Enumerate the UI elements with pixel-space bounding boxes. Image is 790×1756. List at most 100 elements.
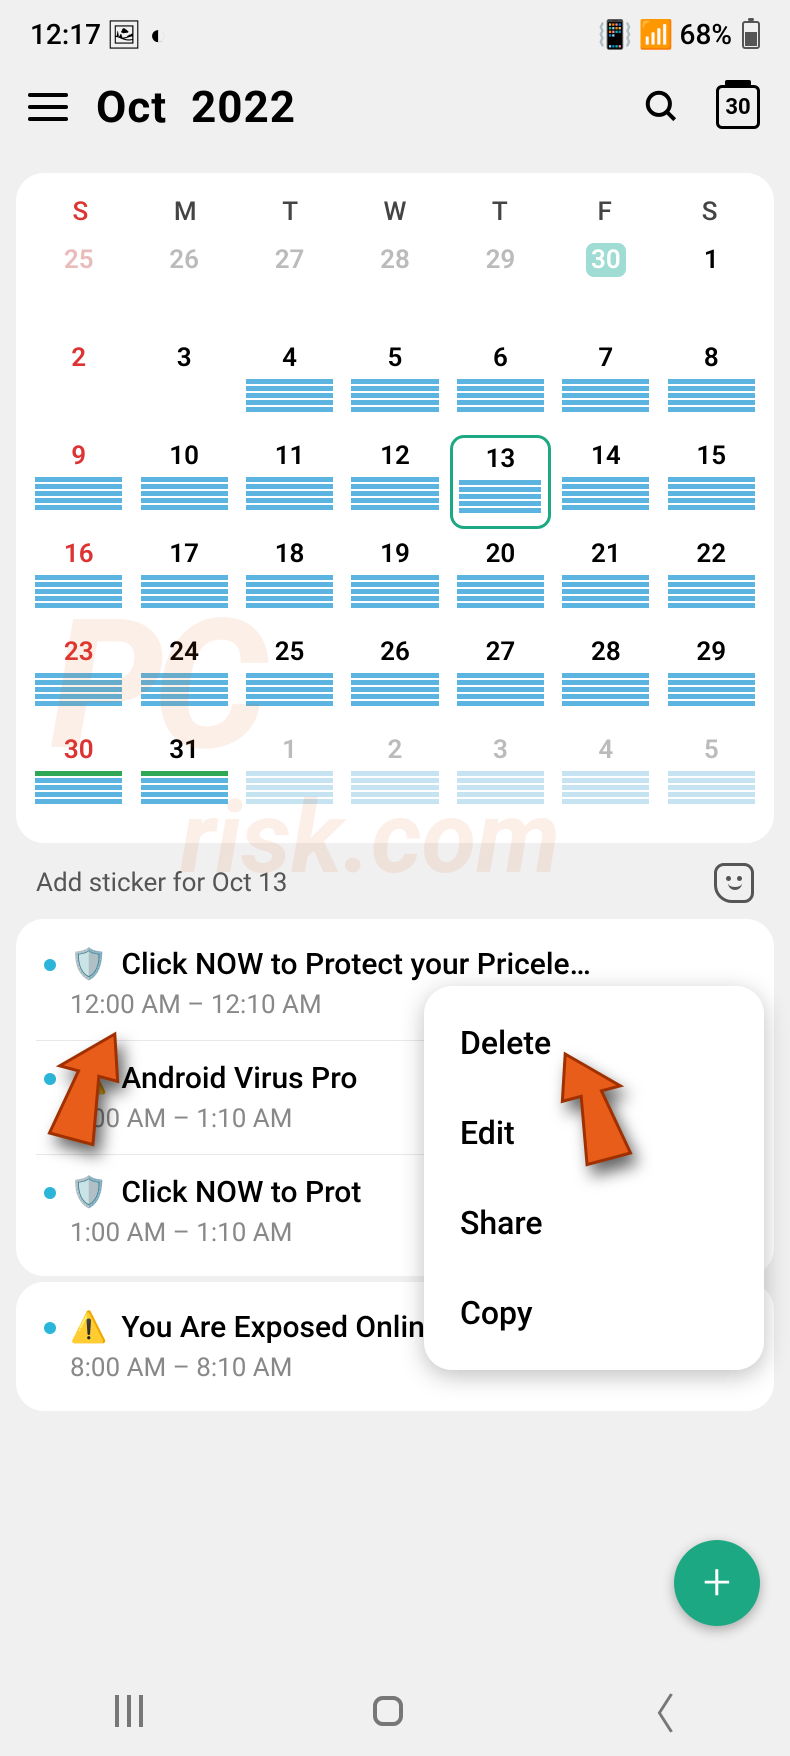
day-cell[interactable]: 23	[28, 631, 129, 725]
today-button[interactable]: 30	[714, 83, 762, 131]
nav-recent[interactable]	[115, 1695, 143, 1727]
weekday-header: S	[28, 197, 133, 227]
day-number: 25	[270, 635, 310, 669]
day-cell[interactable]: 5	[344, 337, 445, 431]
wifi-icon: 📶	[639, 18, 674, 51]
day-cell[interactable]: 13	[450, 435, 551, 529]
day-cell[interactable]: 20	[450, 533, 551, 627]
day-number: 10	[164, 439, 204, 473]
day-number: 30	[59, 733, 99, 767]
nav-back[interactable]: 〈	[633, 1681, 675, 1742]
day-number: 20	[480, 537, 520, 571]
day-number: 28	[375, 243, 415, 277]
day-cell[interactable]: 10	[133, 435, 234, 529]
day-cell[interactable]: 30	[555, 239, 656, 333]
plus-icon: +	[703, 1554, 731, 1612]
day-number: 16	[59, 537, 99, 571]
day-cell[interactable]: 16	[28, 533, 129, 627]
day-number: 11	[270, 439, 310, 473]
day-number: 9	[59, 439, 99, 473]
day-cell[interactable]: 18	[239, 533, 340, 627]
day-cell[interactable]: 7	[555, 337, 656, 431]
event-dot	[44, 1187, 56, 1199]
day-cell[interactable]: 8	[661, 337, 762, 431]
menu-item-copy[interactable]: Copy	[424, 1268, 764, 1358]
month-year-title[interactable]: Oct 2022	[96, 81, 610, 133]
status-time: 12:17	[30, 18, 101, 51]
day-number: 23	[59, 635, 99, 669]
weekday-header: M	[133, 197, 238, 227]
day-cell[interactable]: 27	[450, 631, 551, 725]
day-cell[interactable]: 27	[239, 239, 340, 333]
day-cell[interactable]: 9	[28, 435, 129, 529]
day-cell[interactable]: 15	[661, 435, 762, 529]
day-cell[interactable]: 30	[28, 729, 129, 823]
app-header: Oct 2022 30	[0, 61, 790, 153]
day-number: 29	[691, 635, 731, 669]
day-number: 1	[270, 733, 310, 767]
day-cell[interactable]: 12	[344, 435, 445, 529]
day-cell[interactable]: 5	[661, 729, 762, 823]
day-number: 27	[270, 243, 310, 277]
day-number: 4	[270, 341, 310, 375]
add-event-fab[interactable]: +	[674, 1540, 760, 1626]
day-cell[interactable]: 25	[28, 239, 129, 333]
day-number: 13	[480, 442, 520, 476]
image-icon: 🖼	[113, 24, 135, 46]
day-number: 3	[480, 733, 520, 767]
day-number: 4	[586, 733, 626, 767]
status-bar: 12:17 🖼 ◐ 📳 📶 68%	[0, 0, 790, 61]
day-cell[interactable]: 17	[133, 533, 234, 627]
day-cell[interactable]: 1	[661, 239, 762, 333]
event-title: Click NOW to Protect your Pricele…	[121, 947, 590, 982]
event-title: Android Virus Pro	[121, 1061, 357, 1096]
day-cell[interactable]: 2	[28, 337, 129, 431]
search-button[interactable]	[638, 83, 686, 131]
day-number: 26	[164, 243, 204, 277]
day-number: 5	[375, 341, 415, 375]
day-number: 3	[164, 341, 204, 375]
day-cell[interactable]: 24	[133, 631, 234, 725]
day-cell[interactable]: 29	[450, 239, 551, 333]
day-cell[interactable]: 22	[661, 533, 762, 627]
day-cell[interactable]: 28	[344, 239, 445, 333]
menu-button[interactable]	[28, 87, 68, 127]
day-cell[interactable]: 29	[661, 631, 762, 725]
add-sticker-row[interactable]: Add sticker for Oct 13	[0, 853, 790, 913]
navigation-bar: 〈	[0, 1666, 790, 1756]
menu-item-share[interactable]: Share	[424, 1178, 764, 1268]
day-cell[interactable]: 31	[133, 729, 234, 823]
day-cell[interactable]: 25	[239, 631, 340, 725]
event-title: Click NOW to Prot	[121, 1175, 361, 1210]
day-cell[interactable]: 21	[555, 533, 656, 627]
day-number: 29	[480, 243, 520, 277]
nav-home[interactable]	[373, 1696, 403, 1726]
day-cell[interactable]: 26	[344, 631, 445, 725]
day-cell[interactable]: 4	[555, 729, 656, 823]
day-cell[interactable]: 26	[133, 239, 234, 333]
event-dot	[44, 1322, 56, 1334]
weekday-header: T	[447, 197, 552, 227]
day-number: 18	[270, 537, 310, 571]
battery-percent: 68%	[680, 18, 732, 51]
day-cell[interactable]: 11	[239, 435, 340, 529]
day-cell[interactable]: 4	[239, 337, 340, 431]
day-number: 15	[691, 439, 731, 473]
day-cell[interactable]: 6	[450, 337, 551, 431]
day-cell[interactable]: 19	[344, 533, 445, 627]
day-number: 1	[691, 243, 731, 277]
day-cell[interactable]: 28	[555, 631, 656, 725]
day-cell[interactable]: 3	[133, 337, 234, 431]
day-cell[interactable]: 3	[450, 729, 551, 823]
day-number: 26	[375, 635, 415, 669]
day-number: 27	[480, 635, 520, 669]
day-number: 5	[691, 733, 731, 767]
day-number: 25	[59, 243, 99, 277]
day-number: 21	[586, 537, 626, 571]
day-cell[interactable]: 2	[344, 729, 445, 823]
day-cell[interactable]: 1	[239, 729, 340, 823]
day-number: 2	[375, 733, 415, 767]
annotation-arrow	[0, 1000, 140, 1154]
day-cell[interactable]: 14	[555, 435, 656, 529]
day-number: 12	[375, 439, 415, 473]
